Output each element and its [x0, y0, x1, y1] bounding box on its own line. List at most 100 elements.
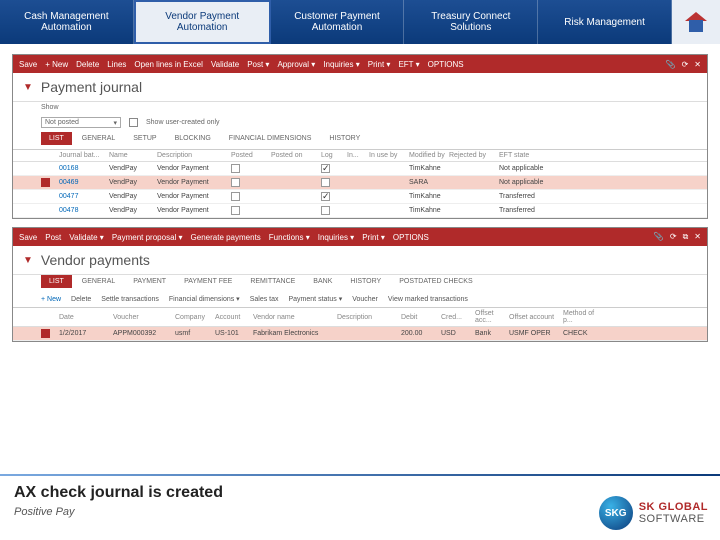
ribbon-functions[interactable]: Functions ▾ [269, 233, 310, 242]
nav-tab-cash[interactable]: Cash Management Automation [0, 0, 134, 44]
cell-method[interactable]: CHECK [563, 330, 601, 337]
nav-tab-treasury[interactable]: Treasury Connect Solutions [404, 0, 538, 44]
cell-debit[interactable]: 200.00 [401, 330, 437, 337]
ribbon-new[interactable]: + New [45, 60, 68, 69]
tool-voucher[interactable]: Voucher [352, 296, 378, 303]
cell-offacct[interactable]: USMF OPER [509, 330, 559, 337]
tab-list[interactable]: LIST [41, 275, 72, 288]
nav-tab-vendor[interactable]: Vendor Payment Automation [134, 0, 271, 44]
ribbon-validate[interactable]: Validate ▾ [69, 233, 104, 242]
cell-batch[interactable]: 00168 [59, 165, 105, 172]
ribbon-excel[interactable]: Open lines in Excel [134, 60, 202, 69]
tab-payment[interactable]: PAYMENT [125, 275, 174, 288]
cell-desc: Vendor Payment [157, 165, 227, 172]
collapse-caret-icon[interactable]: ▼ [23, 255, 33, 266]
tool-settle[interactable]: Settle transactions [101, 296, 159, 303]
cell-account[interactable]: US-101 [215, 330, 249, 337]
tab-history[interactable]: HISTORY [321, 132, 368, 145]
tab-list[interactable]: LIST [41, 132, 72, 145]
ribbon-print[interactable]: Print ▾ [362, 233, 385, 242]
cell-log-checkbox[interactable] [321, 192, 330, 201]
cell-log-checkbox[interactable] [321, 206, 330, 215]
ribbon-save[interactable]: Save [19, 233, 37, 242]
col-batch: Journal bat... [59, 152, 105, 159]
cell-posted-checkbox[interactable] [231, 206, 240, 215]
cell-cred[interactable]: USD [441, 330, 471, 337]
logo-badge-icon: SKG [599, 496, 633, 530]
tab-bank[interactable]: BANK [305, 275, 340, 288]
cell-posted-checkbox[interactable] [231, 164, 240, 173]
grid-row[interactable]: 00168 VendPay Vendor Payment TimKahne No… [13, 162, 707, 176]
tool-delete[interactable]: Delete [71, 296, 91, 303]
cell-date[interactable]: 1/2/2017 [59, 330, 109, 337]
tab-findim[interactable]: FINANCIAL DIMENSIONS [221, 132, 320, 145]
attach-icon[interactable]: 📎 [654, 232, 664, 242]
ribbon-delete[interactable]: Delete [76, 60, 99, 69]
grid-row[interactable]: 1/2/2017 APPM000392 usmf US-101 Fabrikam… [13, 327, 707, 341]
col-inuse: In use by [369, 152, 405, 159]
grid-toolbar: + New Delete Settle transactions Financi… [13, 292, 707, 307]
cell-batch[interactable]: 00469 [59, 179, 105, 186]
tool-new[interactable]: + New [41, 296, 61, 303]
tool-paystatus[interactable]: Payment status ▾ [289, 295, 343, 303]
journal-grid: Journal bat... Name Description Posted P… [13, 149, 707, 218]
cell-name: VendPay [109, 165, 153, 172]
home-button[interactable] [672, 0, 720, 44]
tool-salestax[interactable]: Sales tax [250, 296, 279, 303]
tab-setup[interactable]: SETUP [125, 132, 164, 145]
col-account: Account [215, 314, 249, 321]
tab-general[interactable]: GENERAL [74, 275, 123, 288]
ribbon-options[interactable]: OPTIONS [428, 60, 464, 69]
nav-tab-risk[interactable]: Risk Management [538, 0, 672, 44]
user-only-checkbox[interactable] [129, 118, 138, 127]
tab-postdated[interactable]: POSTDATED CHECKS [391, 275, 480, 288]
tool-viewmarked[interactable]: View marked transactions [388, 296, 468, 303]
grid-row[interactable]: 00477 VendPay Vendor Payment TimKahne Tr… [13, 190, 707, 204]
refresh-icon[interactable]: ⟳ [670, 232, 677, 242]
ribbon-lines[interactable]: Lines [107, 60, 126, 69]
ribbon-proposal[interactable]: Payment proposal ▾ [112, 233, 183, 242]
cell-offtype[interactable]: Bank [475, 330, 505, 337]
attach-icon[interactable]: 📎 [666, 60, 676, 69]
grid-row[interactable]: 00478 VendPay Vendor Payment TimKahne Tr… [13, 204, 707, 218]
ribbon-eft[interactable]: EFT ▾ [398, 60, 419, 69]
ribbon-validate[interactable]: Validate [211, 60, 239, 69]
col-name: Name [109, 152, 153, 159]
tab-blocking[interactable]: BLOCKING [167, 132, 219, 145]
top-nav: Cash Management Automation Vendor Paymen… [0, 0, 720, 44]
tab-general[interactable]: GENERAL [74, 132, 123, 145]
col-date: Date [59, 314, 109, 321]
ribbon-post[interactable]: Post [45, 233, 61, 242]
cell-log-checkbox[interactable] [321, 178, 330, 187]
cell-posted-checkbox[interactable] [231, 192, 240, 201]
close-icon[interactable]: ✕ [694, 232, 701, 242]
collapse-caret-icon[interactable]: ▼ [23, 82, 33, 93]
cell-posted-checkbox[interactable] [231, 178, 240, 187]
refresh-icon[interactable]: ⟳ [682, 60, 689, 69]
ribbon-generate[interactable]: Generate payments [191, 233, 261, 242]
cell-log-checkbox[interactable] [321, 164, 330, 173]
ribbon: Save Post Validate ▾ Payment proposal ▾ … [13, 228, 707, 246]
ribbon-approval[interactable]: Approval ▾ [277, 60, 315, 69]
close-icon[interactable]: ✕ [694, 60, 701, 69]
popout-icon[interactable]: ⧉ [683, 232, 689, 242]
tab-paymentfee[interactable]: PAYMENT FEE [176, 275, 240, 288]
ribbon-options[interactable]: OPTIONS [393, 233, 429, 242]
ax-vendor-payments: Save Post Validate ▾ Payment proposal ▾ … [12, 227, 708, 342]
ribbon-inquiries[interactable]: Inquiries ▾ [318, 233, 354, 242]
cell-company[interactable]: usmf [175, 330, 211, 337]
ribbon-save[interactable]: Save [19, 60, 37, 69]
ribbon-inquiries[interactable]: Inquiries ▾ [323, 60, 359, 69]
show-select[interactable]: Not posted▾ [41, 117, 121, 128]
cell-batch[interactable]: 00478 [59, 207, 105, 214]
tab-history[interactable]: HISTORY [342, 275, 389, 288]
tool-findim[interactable]: Financial dimensions ▾ [169, 295, 240, 303]
ribbon-post[interactable]: Post ▾ [247, 60, 269, 69]
cell-eft: Not applicable [499, 165, 559, 172]
grid-row[interactable]: 00469 VendPay Vendor Payment SARA Not ap… [13, 176, 707, 190]
tab-remittance[interactable]: REMITTANCE [242, 275, 303, 288]
cell-batch[interactable]: 00477 [59, 193, 105, 200]
nav-tab-customer[interactable]: Customer Payment Automation [271, 0, 405, 44]
cell-modby: TimKahne [409, 193, 445, 200]
ribbon-print[interactable]: Print ▾ [368, 60, 391, 69]
